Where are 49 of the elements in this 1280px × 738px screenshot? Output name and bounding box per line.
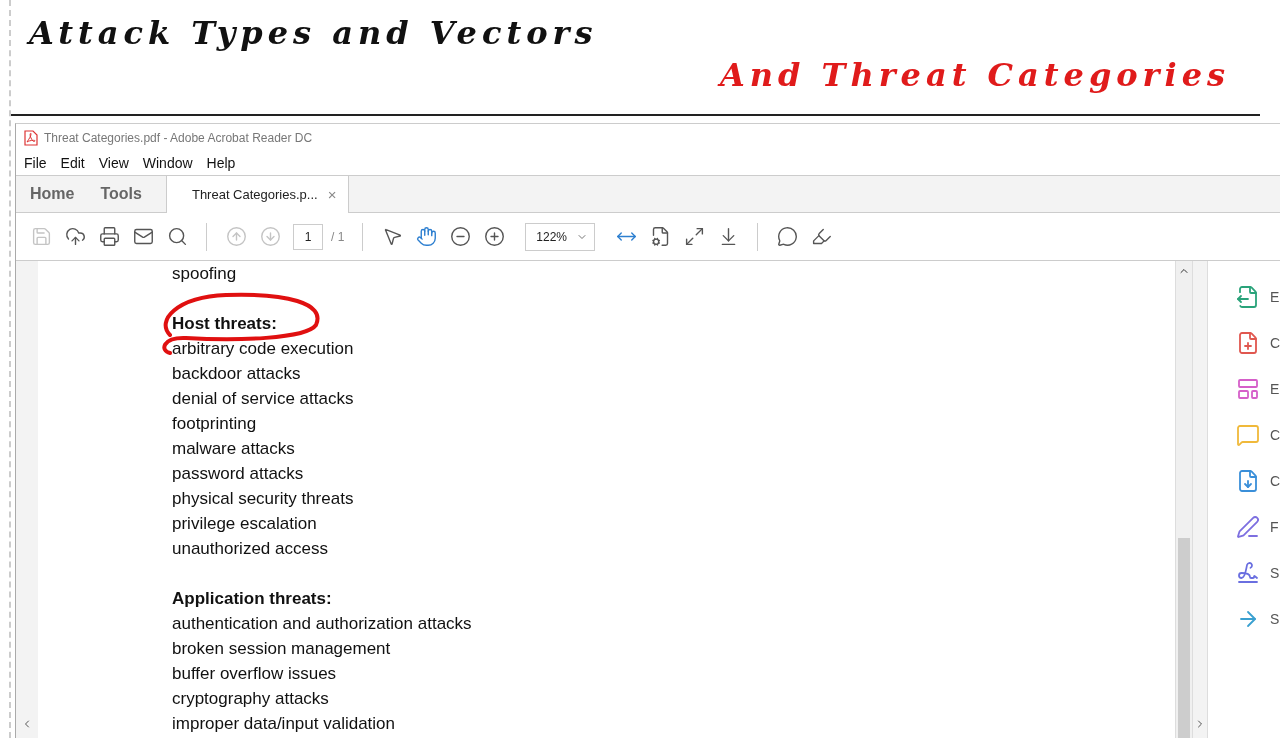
list-item: denial of service attacks [172,389,354,408]
pen-icon[interactable] [1235,515,1260,539]
tool-label[interactable]: S [1269,611,1280,627]
file-export-icon[interactable] [1235,285,1260,309]
list-item: cryptography attacks [172,689,329,708]
list-item: password attacks [172,464,304,483]
menu-item[interactable]: File [24,155,47,171]
section-heading: Host threats: [172,314,277,333]
section-heading: Application threats: [172,589,332,608]
list-item: malware attacks [172,439,295,458]
list-item: privilege escalation [172,514,317,533]
menu-item[interactable]: View [98,155,129,171]
scrollbar-thumb[interactable] [1178,538,1190,738]
list-item: footprinting [172,414,257,433]
tab[interactable]: Home [16,176,87,212]
page-total: / 1 [331,229,345,244]
signature-icon[interactable] [1235,561,1260,585]
tool-label[interactable]: E [1269,381,1280,397]
layout-icon[interactable] [1235,377,1260,401]
pdf-file-icon [24,129,38,146]
zoom-dropdown[interactable]: 122% [525,222,596,251]
list-item: authentication and authorization attacks [172,614,472,633]
zoom-in-icon[interactable] [483,224,506,249]
hand-icon[interactable] [415,224,438,249]
tool-label[interactable]: E [1269,289,1280,305]
window-title: Threat Categories.pdf - Adobe Acrobat Reader DC [44,130,313,145]
zoom-out-icon[interactable] [449,224,472,249]
speech-bubble-icon[interactable] [776,224,799,249]
close-icon[interactable]: × [327,186,337,203]
list-item: buffer overflow issues [172,664,337,683]
menu-item[interactable]: Help [206,155,236,171]
list-item: broken session management [172,639,391,658]
menu-item[interactable]: Window [142,155,193,171]
tool-label[interactable]: C [1269,473,1280,489]
printer-icon[interactable] [98,224,120,249]
tool-label[interactable]: S [1269,565,1280,581]
list-item: physical security threats [172,489,354,508]
list-item: arbitrary code execution [172,339,354,358]
list-item: unauthorized access [172,539,328,558]
tool-label[interactable]: F [1269,519,1279,535]
tool-label[interactable]: C [1269,427,1280,443]
page-number-field[interactable]: 1 [293,223,323,250]
menu-item[interactable]: Edit [60,155,85,171]
list-item: spoofing [172,264,237,283]
tool-label[interactable]: C [1269,335,1280,351]
tab[interactable]: Tools [86,176,154,212]
list-item: improper data/input validation [172,714,396,733]
tab[interactable]: Threat Categories.p... × [165,176,350,213]
list-item: backdoor attacks [172,364,301,383]
